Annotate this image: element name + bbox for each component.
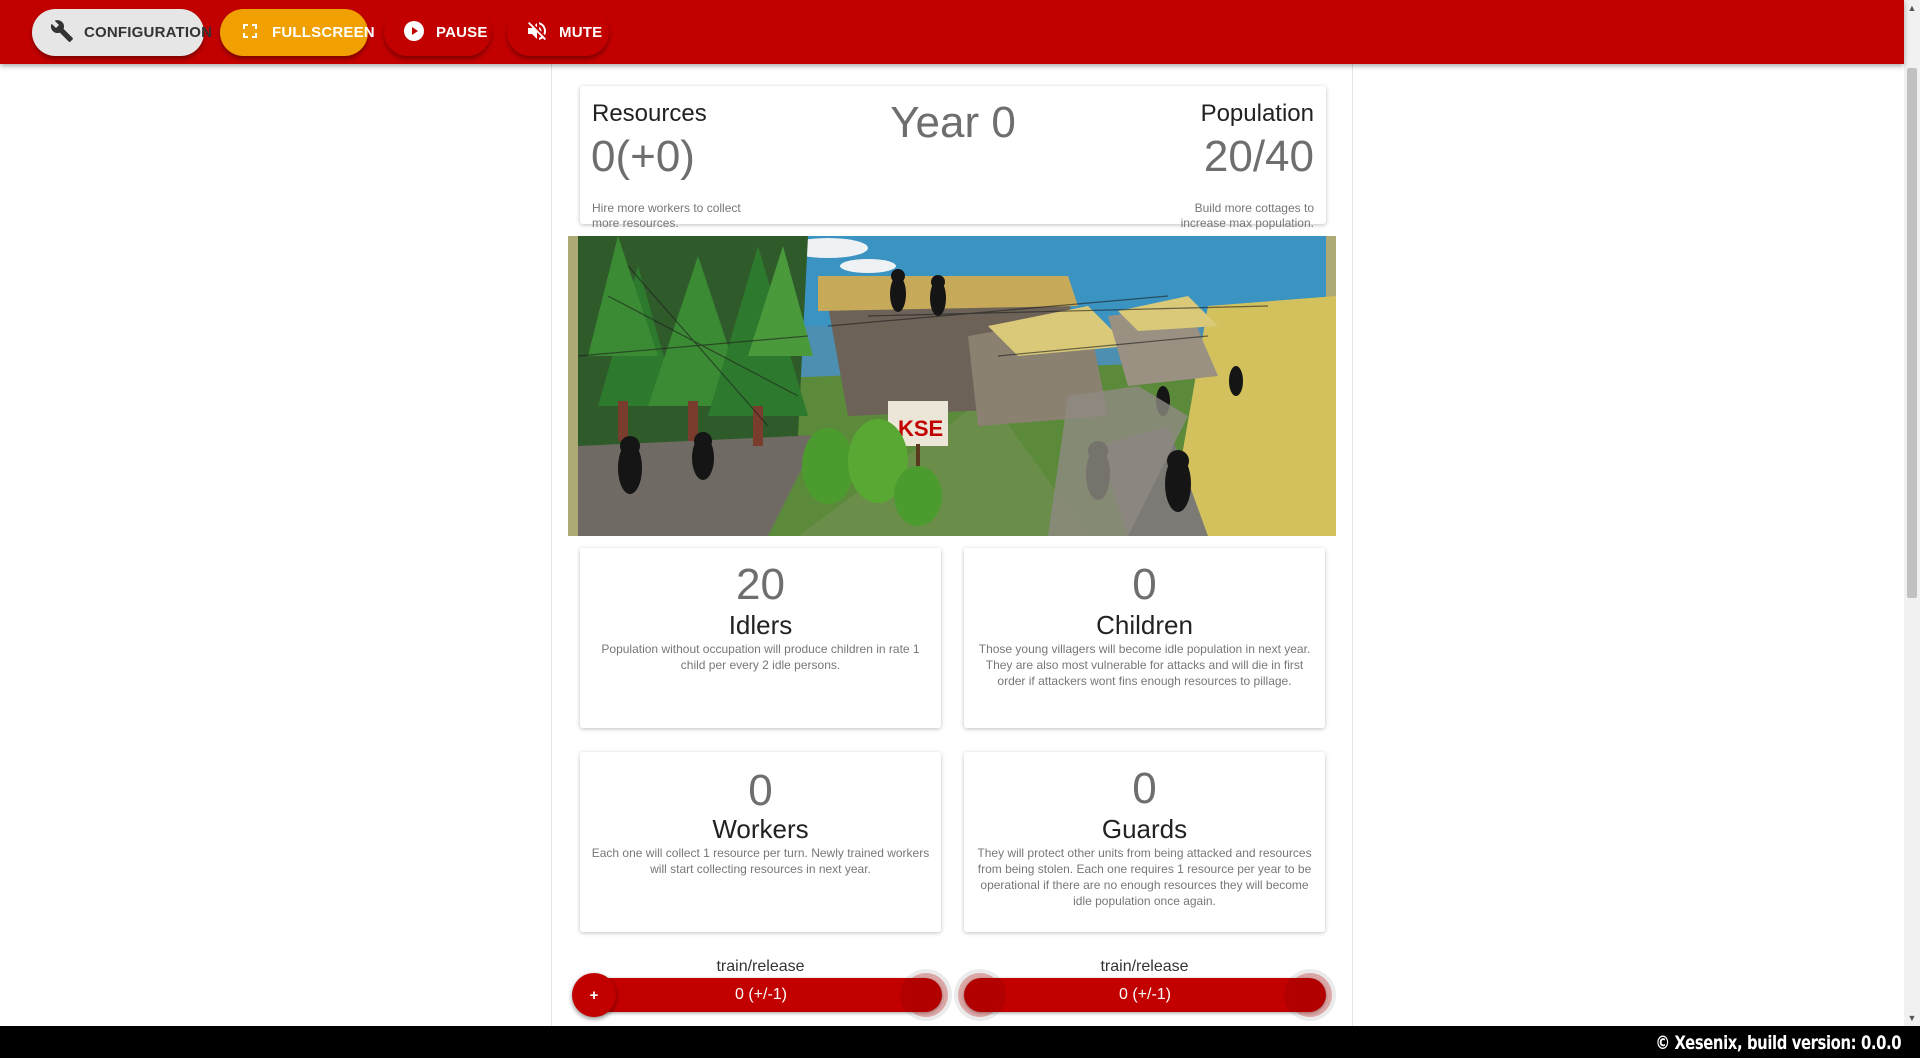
fullscreen-button[interactable]: FULLSCREEN [220,9,375,56]
children-title: Children [1096,610,1193,640]
scroll-thumb[interactable] [1907,68,1917,598]
mute-button[interactable]: MUTE [507,9,609,56]
guards-increment-button[interactable] [958,973,1002,1017]
fullscreen-label: FULLSCREEN [272,24,375,41]
children-description: Those young villagers will become idle p… [978,642,1311,688]
fullscreen-icon [238,19,262,47]
idlers-title: Idlers [728,610,793,640]
children-card: 0 Children Those young villagers will be… [964,548,1325,728]
village-scene-illustration: KSE [568,236,1336,536]
scroll-up-arrow-icon[interactable]: ▲ [1904,0,1920,16]
pause-label: PAUSE [436,24,488,41]
configuration-label: CONFIGURATION [84,24,213,41]
wrench-icon [50,19,74,47]
population-value: 20/40 [1203,132,1314,181]
population-title: Population [1200,100,1314,127]
footer-bar: © Xesenix, build version: 0.0.0 [0,1026,1920,1058]
guards-train-label: train/release [1100,958,1189,975]
workers-count: 0 [748,766,773,815]
guards-train-slider[interactable]: 0 (+/-1) [958,973,1332,1017]
guards-description: They will protect other units from being… [977,846,1312,908]
guards-train-value: 0 (+/-1) [1118,986,1171,1003]
guards-card: 0 Guards They will protect other units f… [964,752,1325,932]
guards-count: 0 [1132,764,1157,813]
top-toolbar: CONFIGURATION FULLSCREEN PAUSE MUTE [0,0,1904,64]
page-scrollbar[interactable]: ▲ ▼ [1904,0,1920,1026]
sign-text: KSE [898,416,943,441]
pause-button[interactable]: PAUSE [384,9,491,56]
workers-title: Workers [712,814,809,844]
guards-title: Guards [1101,814,1188,844]
idlers-card: 20 Idlers Population without occupation … [580,548,941,728]
population-hint: Build more cottages to increase max popu… [1180,201,1314,230]
resources-hint: Hire more workers to collect more resour… [592,201,741,230]
play-circle-icon [402,19,426,47]
workers-train-slider[interactable]: 0 (+/-1) [580,973,948,1017]
children-count: 0 [1132,560,1157,609]
workers-increment-button[interactable]: + [572,973,616,1017]
guards-decrement-button[interactable] [1288,973,1332,1017]
scroll-down-arrow-icon[interactable]: ▼ [1904,1010,1920,1026]
idlers-count: 20 [736,560,785,609]
volume-off-icon [525,19,549,47]
workers-card: 0 Workers Each one will collect 1 resour… [580,752,941,932]
configuration-button[interactable]: CONFIGURATION [32,9,212,56]
idlers-description: Population without occupation will produ… [601,642,920,672]
mute-label: MUTE [559,24,603,41]
game-app: CONFIGURATION FULLSCREEN PAUSE MUTE Reso… [0,0,1920,1058]
game-panel: Resources 0(+0) Hire more workers to col… [551,64,1353,1026]
workers-decrement-button[interactable] [904,973,948,1017]
workers-train-label: train/release [716,958,805,975]
workers-train-value: 0 (+/-1) [734,986,787,1003]
stats-card: Resources 0(+0) Hire more workers to col… [580,86,1326,230]
build-version-text: © Xesenix, build version: 0.0.0 [1655,1032,1901,1054]
workers-description: Each one will collect 1 resource per tur… [591,846,930,876]
